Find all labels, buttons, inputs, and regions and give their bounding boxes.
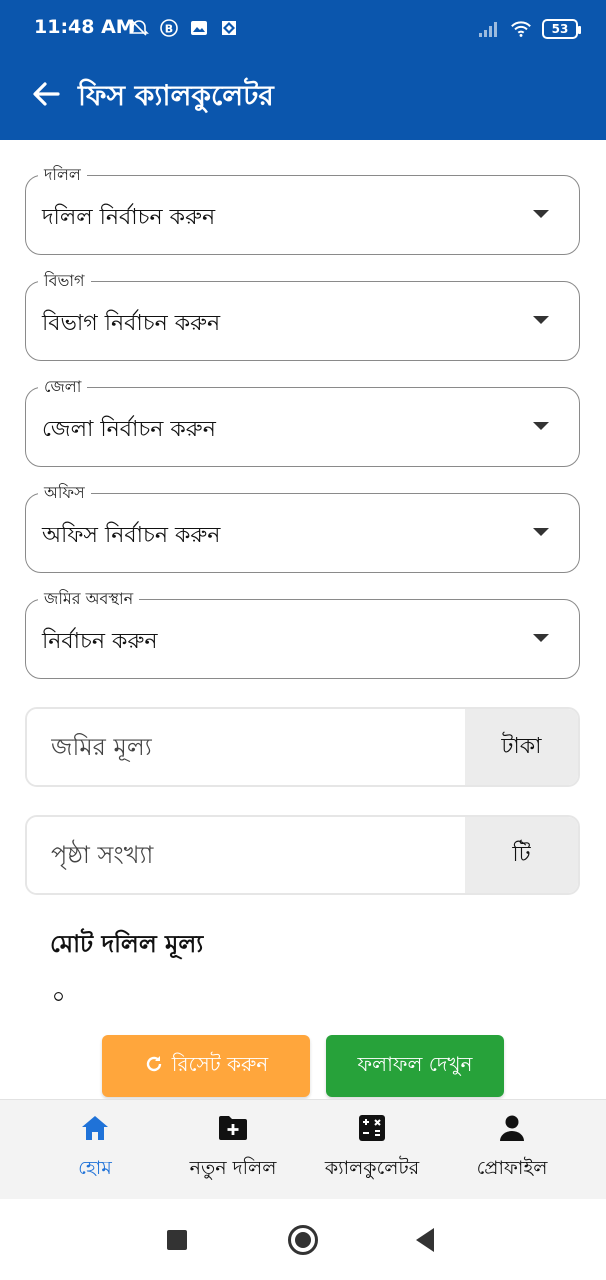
- caret-down-icon: [533, 316, 549, 324]
- office-label: অফিস: [38, 480, 91, 507]
- wifi-icon: [510, 18, 532, 40]
- b-badge-icon: B: [158, 17, 180, 39]
- screen: 11:48 AM B 53 ফিস ক্যালকুলেটর দলিল দলিল …: [0, 0, 606, 1280]
- land-location-select[interactable]: জমির অবস্থান নির্বাচন করুন: [25, 586, 580, 679]
- zila-label: জেলা: [38, 374, 88, 401]
- total-value: ০: [52, 984, 66, 1008]
- land-location-value: নির্বাচন করুন: [42, 629, 158, 654]
- caret-down-icon: [533, 422, 549, 430]
- gallery-icon: [188, 17, 210, 39]
- bibhag-select[interactable]: বিভাগ বিভাগ নির্বাচন করুন: [25, 268, 580, 361]
- signal-icon: [478, 18, 500, 40]
- status-bar: 11:48 AM B 53: [0, 0, 606, 60]
- recents-button[interactable]: [167, 1230, 187, 1250]
- refresh-icon: [144, 1054, 164, 1079]
- land-value-group: টাকা: [25, 707, 580, 787]
- user-icon: [499, 1114, 525, 1146]
- office-select[interactable]: অফিস অফিস নির্বাচন করুন: [25, 480, 580, 573]
- back-button[interactable]: [416, 1228, 434, 1252]
- bibhag-value: বিভাগ নির্বাচন করুন: [42, 311, 221, 336]
- reset-label: রিসেট করুন: [171, 1051, 269, 1076]
- app-diamond-icon: [218, 17, 240, 39]
- total-title: মোট দলিল মূল্য: [50, 930, 204, 958]
- notification-icons: B: [128, 17, 240, 39]
- nav-profile-label: প্রোফাইল: [476, 1157, 548, 1179]
- bottom-navigation: হোম নতুন দলিল ক্যালকুলেটর প্রোফাইল: [0, 1099, 606, 1199]
- currency-addon: টাকা: [465, 709, 578, 785]
- show-result-button[interactable]: ফলাফল দেখুন: [326, 1035, 504, 1097]
- reset-button[interactable]: রিসেট করুন: [102, 1035, 310, 1097]
- caret-down-icon: [533, 634, 549, 642]
- home-icon: [80, 1114, 110, 1146]
- office-value: অফিস নির্বাচন করুন: [42, 523, 221, 548]
- home-button[interactable]: [288, 1225, 318, 1255]
- dolil-value: দলিল নির্বাচন করুন: [42, 205, 216, 230]
- calculator-icon: [358, 1114, 386, 1146]
- nav-profile[interactable]: প্রোফাইল: [454, 1100, 570, 1200]
- system-navigation-bar: [0, 1200, 606, 1280]
- back-arrow-icon[interactable]: [30, 78, 62, 110]
- page-count-group: টি: [25, 815, 580, 895]
- land-value-input[interactable]: [27, 709, 467, 785]
- dolil-select[interactable]: দলিল দলিল নির্বাচন করুন: [25, 162, 580, 255]
- nav-new-dolil[interactable]: নতুন দলিল: [170, 1100, 296, 1200]
- caret-down-icon: [533, 528, 549, 536]
- page-title: ফিস ক্যালকুলেটর: [78, 79, 274, 112]
- caret-down-icon: [533, 210, 549, 218]
- top-bar: 11:48 AM B 53 ফিস ক্যালকুলেটর: [0, 0, 606, 140]
- unit-addon: টি: [465, 817, 578, 893]
- zila-value: জেলা নির্বাচন করুন: [42, 417, 216, 442]
- nav-calculator[interactable]: ক্যালকুলেটর: [306, 1100, 438, 1200]
- result-label: ফলাফল দেখুন: [357, 1051, 473, 1076]
- battery-icon: 53: [542, 19, 581, 39]
- system-indicators: 53: [478, 18, 581, 40]
- bibhag-label: বিভাগ: [38, 268, 91, 295]
- status-time: 11:48 AM: [34, 16, 135, 38]
- svg-text:B: B: [165, 23, 173, 36]
- nav-home-label: হোম: [78, 1157, 112, 1179]
- dolil-label: দলিল: [38, 162, 87, 189]
- land-location-label: জমির অবস্থান: [38, 586, 140, 613]
- nav-new-label: নতুন দলিল: [189, 1157, 277, 1179]
- zila-select[interactable]: জেলা জেলা নির্বাচন করুন: [25, 374, 580, 467]
- page-count-input[interactable]: [27, 817, 467, 893]
- alarm-off-icon: [128, 17, 150, 39]
- nav-calc-label: ক্যালকুলেটর: [324, 1157, 420, 1179]
- folder-plus-icon: [217, 1114, 249, 1146]
- nav-home[interactable]: হোম: [40, 1100, 150, 1200]
